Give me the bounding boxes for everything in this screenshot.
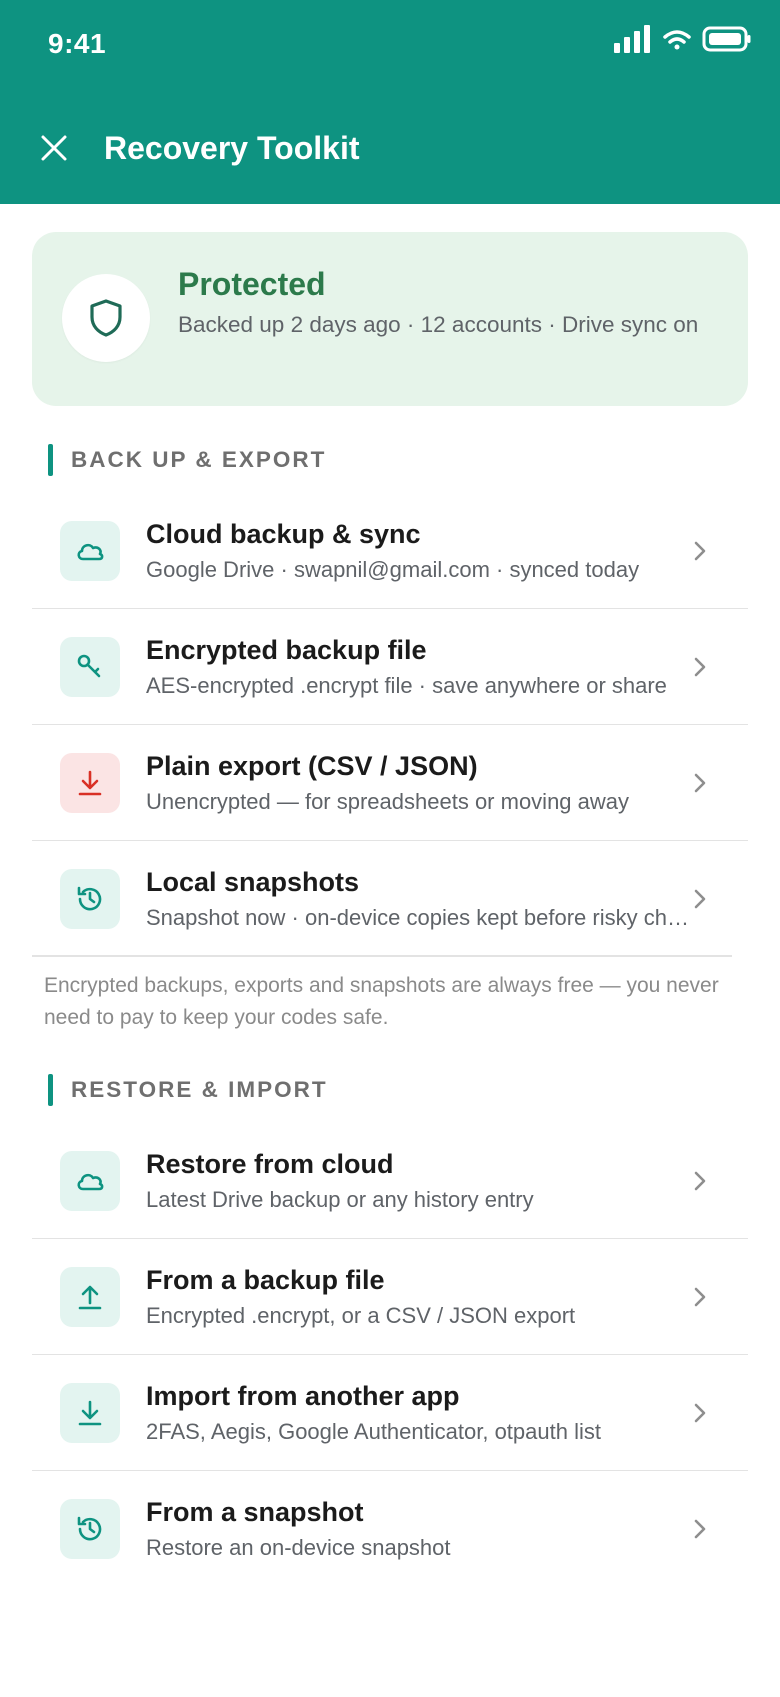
wifi-icon (663, 30, 691, 50)
list-item-cloud-backup[interactable]: Cloud backup & sync Google Drive · swapn… (32, 493, 748, 609)
row-subtitle: Latest Drive backup or any history entry (146, 1187, 534, 1212)
key-icon (77, 654, 101, 678)
list-item-restore-cloud[interactable]: Restore from cloud Latest Drive backup o… (32, 1123, 748, 1239)
row-title: Cloud backup & sync (146, 519, 421, 549)
row-title: Local snapshots (146, 867, 360, 897)
battery-icon (702, 26, 751, 52)
section-label: RESTORE & IMPORT (71, 1077, 328, 1102)
row-title: Import from another app (146, 1381, 460, 1411)
list-item-import-app[interactable]: Import from another app 2FAS, Aegis, Goo… (32, 1355, 748, 1471)
chevron-right-icon (686, 885, 714, 913)
chevron-right-icon (686, 1399, 714, 1427)
row-icon-container (60, 869, 120, 929)
row-subtitle: Snapshot now · on-device copies kept bef… (146, 905, 696, 930)
cloud-icon (77, 1173, 104, 1191)
status-time: 9:41 (48, 28, 107, 59)
status-icons (612, 22, 752, 56)
row-subtitle: 2FAS, Aegis, Google Authenticator, otpau… (146, 1419, 601, 1444)
row-title: Restore from cloud (146, 1149, 394, 1179)
list-item-backup-file[interactable]: From a backup file Encrypted .encrypt, o… (32, 1239, 748, 1355)
list-item-local-snapshots[interactable]: Local snapshots Snapshot now · on-device… (32, 841, 748, 957)
cloud-icon (77, 543, 104, 561)
section-accent-bar (48, 444, 53, 476)
row-title: From a backup file (146, 1265, 385, 1295)
chevron-right-icon (686, 653, 714, 681)
row-subtitle: Encrypted .encrypt, or a CSV / JSON expo… (146, 1303, 576, 1328)
chevron-right-icon (686, 1283, 714, 1311)
signal-icon (614, 25, 650, 53)
chevron-right-icon (686, 1167, 714, 1195)
row-icon-container (60, 637, 120, 697)
free-backup-note: Encrypted backups, exports and snapshots… (44, 974, 719, 1029)
chevron-right-icon (686, 769, 714, 797)
row-title: Plain export (CSV / JSON) (146, 751, 478, 781)
history-icon (77, 886, 102, 911)
list-item-encrypted-backup[interactable]: Encrypted backup file AES-encrypted .enc… (32, 609, 748, 725)
status-subtitle: Backed up 2 days ago · 12 accounts · Dri… (178, 312, 699, 337)
protection-status-card: Protected Backed up 2 days ago · 12 acco… (32, 232, 748, 406)
row-subtitle: AES-encrypted .encrypt file · save anywh… (146, 673, 667, 698)
status-title: Protected (178, 266, 326, 302)
row-icon-container (60, 521, 120, 581)
row-subtitle: Google Drive · swapnil@gmail.com · synce… (146, 557, 640, 582)
download-icon (78, 770, 102, 796)
row-icon-container (60, 1267, 120, 1327)
chevron-right-icon (686, 1515, 714, 1543)
download-icon (78, 1400, 102, 1426)
row-icon-container (60, 1151, 120, 1211)
row-subtitle: Unencrypted — for spreadsheets or moving… (146, 789, 630, 814)
close-button[interactable] (32, 126, 76, 170)
shield-icon (90, 299, 122, 337)
section-header-restore: RESTORE & IMPORT (48, 1074, 328, 1106)
section-label: BACK UP & EXPORT (71, 447, 327, 472)
row-icon-container (60, 1383, 120, 1443)
list-item-plain-export[interactable]: Plain export (CSV / JSON) Unencrypted — … (32, 725, 748, 841)
row-title: Encrypted backup file (146, 635, 427, 665)
shield-badge (62, 274, 150, 362)
section-header-backup: BACK UP & EXPORT (48, 444, 326, 476)
page-title: Recovery Toolkit (104, 130, 360, 166)
history-icon (77, 1516, 102, 1541)
section-accent-bar (48, 1074, 53, 1106)
row-icon-container (60, 1499, 120, 1559)
divider (32, 955, 732, 957)
list-item-from-snapshot[interactable]: From a snapshot Restore an on-device sna… (32, 1471, 748, 1587)
row-title: From a snapshot (146, 1497, 364, 1527)
chevron-right-icon (686, 537, 714, 565)
app-bar: 9:41 Recovery Toolkit (0, 0, 780, 204)
row-icon-container (60, 753, 120, 813)
upload-icon (78, 1285, 102, 1310)
row-subtitle: Restore an on-device snapshot (146, 1535, 451, 1560)
close-icon (41, 135, 67, 161)
